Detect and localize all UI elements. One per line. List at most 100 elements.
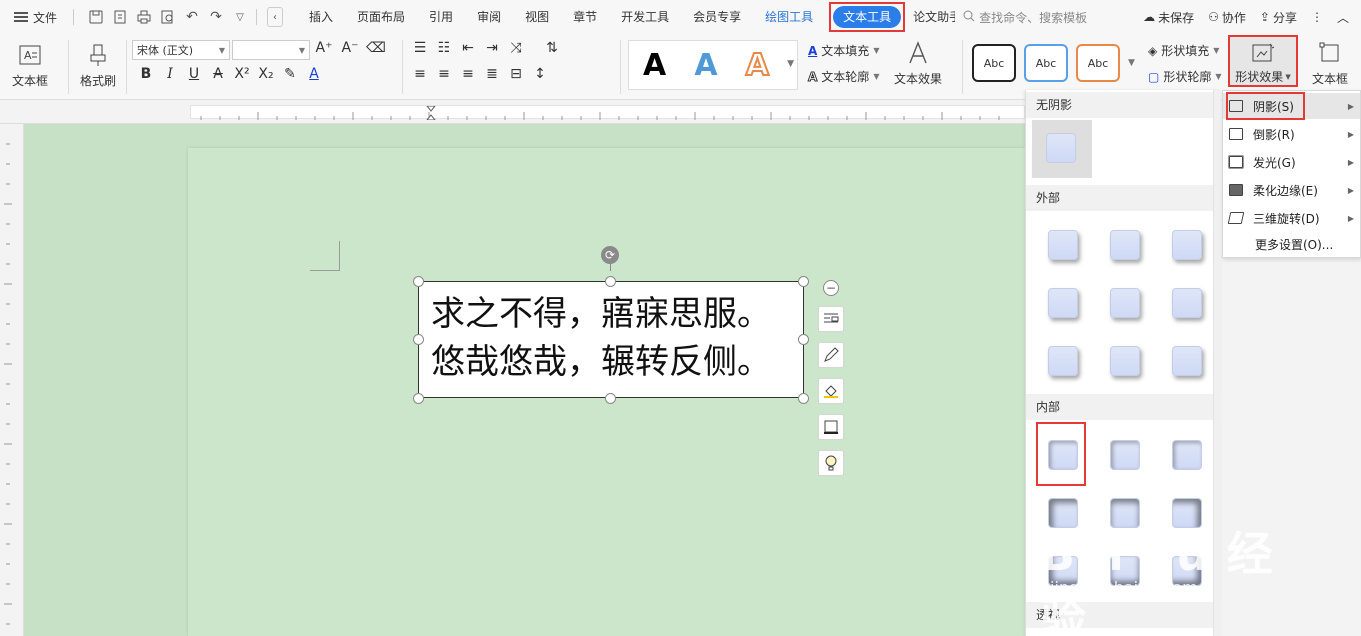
font-color-icon[interactable]: A	[304, 66, 324, 82]
inner-shadow-option[interactable]	[1110, 498, 1140, 528]
shape-fill-button[interactable]: ◈ 形状填充 ▼	[1148, 42, 1219, 59]
resize-handle-top-right[interactable]	[798, 276, 809, 287]
fill-bucket-icon[interactable]	[818, 378, 844, 404]
outer-shadow-option[interactable]	[1172, 230, 1202, 260]
tab-insert[interactable]: 插入	[297, 0, 345, 34]
text-box-right-button[interactable]: 文本框	[1312, 40, 1348, 87]
align-right-icon[interactable]: ≡	[458, 66, 478, 82]
italic-icon[interactable]: I	[160, 66, 180, 82]
scroll-tabs-left-icon[interactable]: ‹	[267, 7, 284, 27]
collaborate-button[interactable]: ⚇ 协作	[1208, 9, 1246, 26]
resize-handle-top-left[interactable]	[413, 276, 424, 287]
text-style-blue[interactable]: A	[694, 48, 717, 83]
outline-icon[interactable]	[818, 414, 844, 440]
distribute-icon[interactable]: ⊟	[506, 66, 526, 82]
shape-style-blue[interactable]: Abc	[1024, 44, 1068, 82]
inner-shadow-option[interactable]	[1048, 498, 1078, 528]
export-pdf-icon[interactable]	[110, 7, 130, 27]
resize-handle-left[interactable]	[413, 334, 424, 345]
shape-style-black[interactable]: Abc	[972, 44, 1016, 82]
outer-shadow-option[interactable]	[1048, 230, 1078, 260]
undo-icon[interactable]: ↶	[182, 7, 202, 27]
print-preview-icon[interactable]	[158, 7, 178, 27]
text-effects-button[interactable]: 文本效果	[894, 40, 942, 87]
text-style-black[interactable]: A	[643, 48, 666, 83]
inner-shadow-option[interactable]	[1172, 440, 1202, 470]
tab-review[interactable]: 审阅	[465, 0, 513, 34]
align-left-icon[interactable]: ≡	[410, 66, 430, 82]
increase-indent-icon[interactable]: ⇥	[482, 40, 502, 56]
shape-style-orange[interactable]: Abc	[1076, 44, 1120, 82]
increase-font-icon[interactable]: A⁺	[314, 40, 334, 56]
bold-icon[interactable]: B	[136, 66, 156, 82]
tab-text-tools[interactable]: 文本工具	[829, 2, 906, 32]
more-options-icon[interactable]: ⋮	[1311, 10, 1323, 24]
decrease-font-icon[interactable]: A⁻	[340, 40, 360, 56]
tab-member[interactable]: 会员专享	[681, 0, 753, 34]
collapse-toolbar-icon[interactable]: −	[823, 280, 839, 296]
inner-shadow-option[interactable]	[1172, 556, 1202, 586]
vertical-ruler[interactable]	[0, 124, 24, 636]
tab-developer[interactable]: 开发工具	[609, 0, 681, 34]
tab-references[interactable]: 引用	[417, 0, 465, 34]
share-button[interactable]: ⇪ 分享	[1260, 9, 1297, 26]
underline-icon[interactable]: U	[184, 66, 204, 82]
menu-item-reflection[interactable]: 倒影(R) ▶	[1223, 121, 1360, 147]
strikethrough-icon[interactable]: A	[208, 66, 228, 82]
print-icon[interactable]	[134, 7, 154, 27]
collapse-ribbon-icon[interactable]: ︿	[1337, 9, 1349, 26]
pen-icon[interactable]	[818, 342, 844, 368]
text-style-orange-outline[interactable]: A	[745, 47, 770, 84]
text-outline-button[interactable]: A 文本轮廓 ▼	[807, 68, 879, 85]
align-center-icon[interactable]: ≡	[434, 66, 454, 82]
unsaved-status[interactable]: ☁ 未保存	[1143, 9, 1194, 26]
numbered-list-icon[interactable]: ☷	[434, 40, 454, 56]
shape-outline-button[interactable]: ▢ 形状轮廓 ▼	[1148, 68, 1222, 85]
decrease-indent-icon[interactable]: ⇤	[458, 40, 478, 56]
subscript-icon[interactable]: X₂	[256, 66, 276, 82]
horizontal-ruler[interactable]	[0, 100, 1025, 124]
lightbulb-icon[interactable]	[818, 450, 844, 476]
highlight-icon[interactable]: ✎	[280, 66, 300, 82]
outer-shadow-option[interactable]	[1110, 346, 1140, 376]
rotate-handle-icon[interactable]: ⟳	[601, 246, 619, 264]
selected-text-box[interactable]: 求之不得，寤寐思服。 悠哉悠哉，辗转反侧。	[418, 281, 804, 398]
outer-shadow-option[interactable]	[1172, 288, 1202, 318]
resize-handle-bottom[interactable]	[605, 393, 616, 404]
justify-icon[interactable]: ≣	[482, 66, 502, 82]
sort-icon[interactable]: ⇅	[542, 40, 562, 56]
bullet-list-icon[interactable]: ☰	[410, 40, 430, 56]
tab-drawing-tools[interactable]: 绘图工具	[753, 0, 825, 34]
menu-item-more-settings[interactable]: 更多设置(O)...	[1223, 231, 1360, 257]
gallery-scrollbar[interactable]	[1213, 90, 1221, 636]
outer-shadow-option[interactable]	[1048, 346, 1078, 376]
text-line-2[interactable]: 悠哉悠哉，辗转反侧。	[431, 338, 791, 386]
document-page[interactable]: ⟳ 求之不得，寤寐思服。 悠哉悠哉，辗转反侧。 −	[188, 148, 1025, 636]
save-icon[interactable]	[86, 7, 106, 27]
resize-handle-top[interactable]	[605, 276, 616, 287]
outer-shadow-option[interactable]	[1048, 288, 1078, 318]
gallery-more-icon[interactable]: ▼	[787, 59, 794, 69]
format-painter-button[interactable]: 格式刷	[80, 42, 116, 89]
menu-item-glow[interactable]: 发光(G) ▶	[1223, 149, 1360, 175]
outer-shadow-option[interactable]	[1110, 230, 1140, 260]
text-box-button[interactable]: A 文本框	[12, 42, 48, 89]
tab-page-layout[interactable]: 页面布局	[345, 0, 417, 34]
command-search[interactable]: 查找命令、搜索模板	[963, 9, 1087, 26]
menu-item-soft-edges[interactable]: 柔化边缘(E) ▶	[1223, 177, 1360, 203]
shape-effects-button[interactable]: 形状效果 ▼	[1228, 35, 1298, 87]
inner-shadow-option[interactable]	[1048, 556, 1078, 586]
resize-handle-bottom-left[interactable]	[413, 393, 424, 404]
font-name-select[interactable]: 宋体 (正文) ▼	[132, 40, 230, 60]
tab-view[interactable]: 视图	[513, 0, 561, 34]
menu-item-3d-rotation[interactable]: 三维旋转(D) ▶	[1223, 205, 1360, 231]
redo-icon[interactable]: ↷	[206, 7, 226, 27]
clear-format-icon[interactable]: ⌫	[366, 40, 386, 56]
outer-shadow-option[interactable]	[1172, 346, 1202, 376]
line-spacing-icon[interactable]: ↕	[530, 66, 550, 82]
outer-shadow-option[interactable]	[1110, 288, 1140, 318]
resize-handle-bottom-right[interactable]	[798, 393, 809, 404]
superscript-icon[interactable]: X²	[232, 66, 252, 82]
document-canvas[interactable]: ⟳ 求之不得，寤寐思服。 悠哉悠哉，辗转反侧。 −	[24, 124, 1025, 636]
font-size-select[interactable]: ▼	[232, 40, 310, 60]
